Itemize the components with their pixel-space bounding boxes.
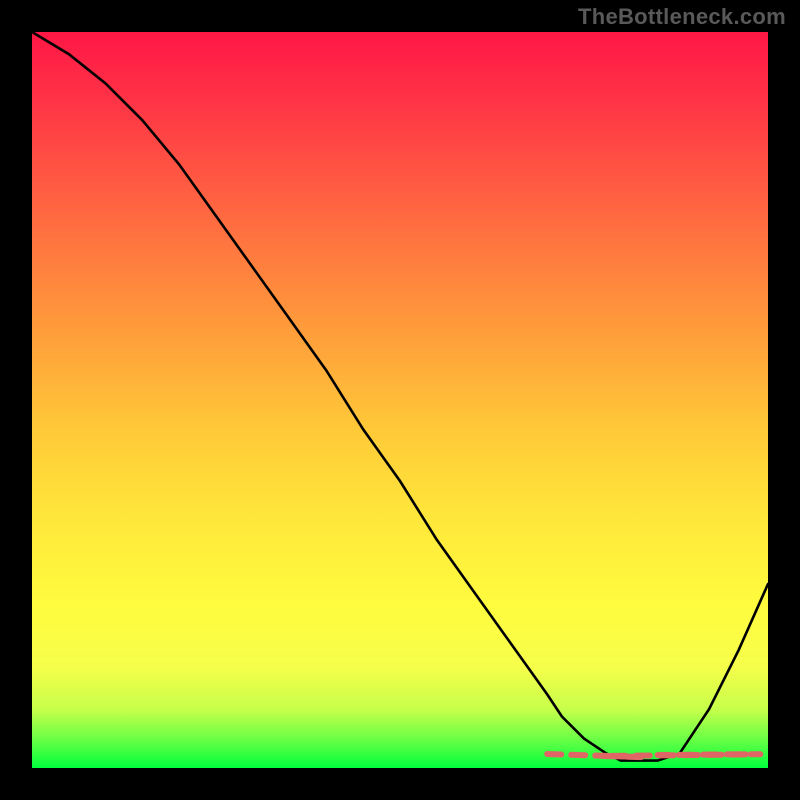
curve-layer bbox=[32, 32, 768, 768]
optimal-zone-highlight bbox=[547, 754, 760, 757]
plot-area bbox=[32, 32, 768, 768]
chart-frame: TheBottleneck.com bbox=[0, 0, 800, 800]
bottleneck-curve bbox=[32, 32, 768, 761]
watermark-text: TheBottleneck.com bbox=[578, 4, 786, 30]
